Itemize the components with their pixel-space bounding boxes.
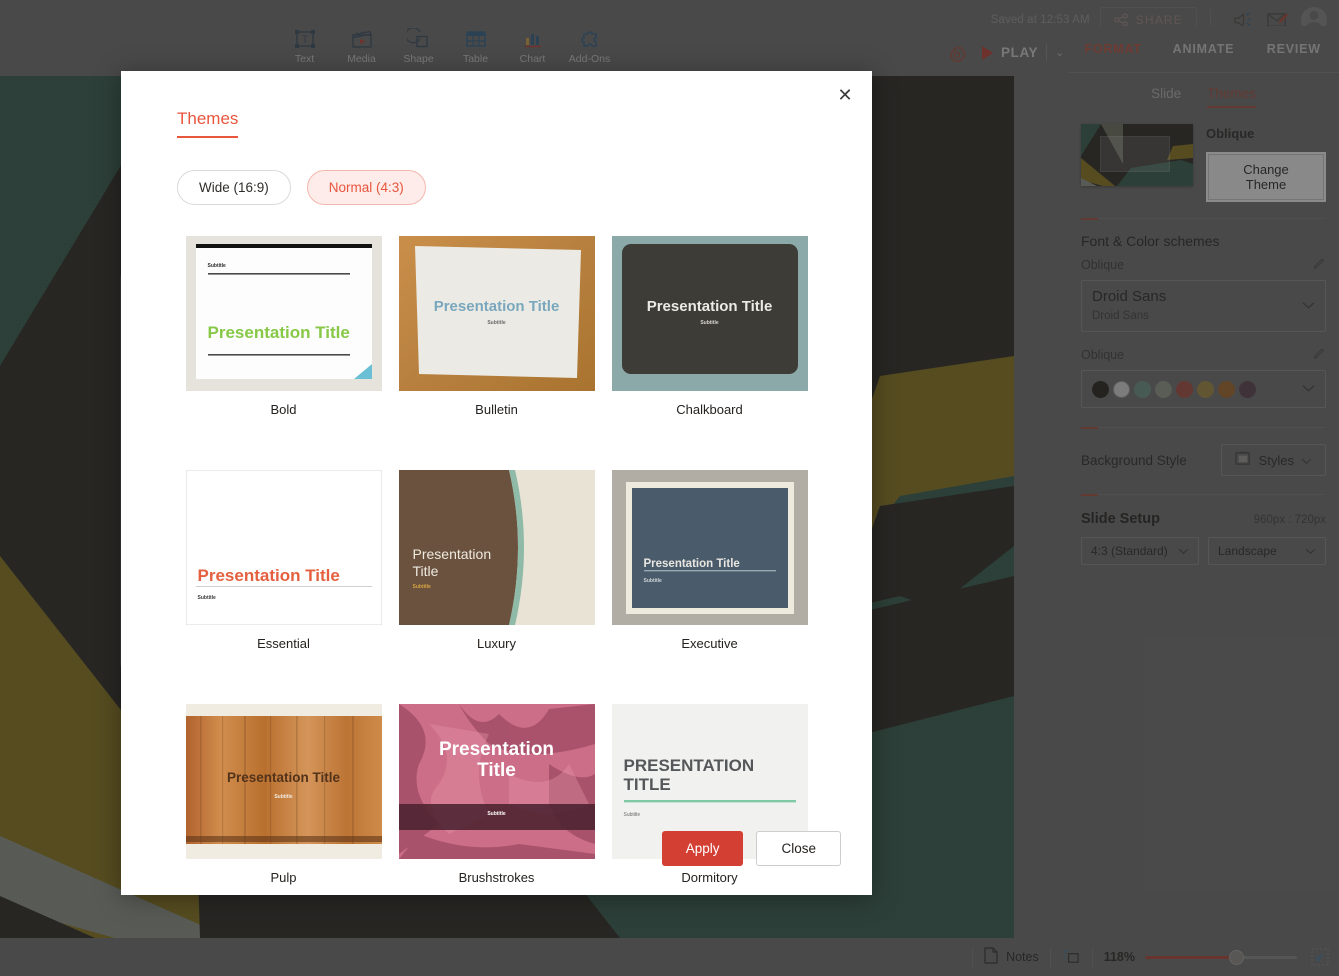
row-spacer: [177, 651, 817, 704]
presentation-editor-window: Saved at 12:53 AM SHARE: [0, 0, 1339, 976]
theme-name: Dormitory: [681, 870, 738, 885]
theme-card-brushstrokes[interactable]: Presentation Title Subtitle Brushstrokes: [390, 704, 603, 885]
theme-subtitle: Subtitle: [643, 578, 662, 584]
theme-title: Presentation Title: [646, 298, 773, 315]
close-icon[interactable]: ✕: [830, 80, 860, 110]
theme-name: Luxury: [476, 636, 517, 651]
theme-subtitle: Subtitle: [412, 584, 431, 590]
size-option-normal[interactable]: Normal (4:3): [306, 170, 426, 205]
theme-name: Executive: [681, 636, 738, 651]
themes-row: Subtitle Presentation Title Bold Present…: [177, 236, 817, 417]
theme-subtitle: Subtitle: [197, 595, 216, 601]
themes-row: Presentation Title Subtitle Essential Pr…: [177, 470, 817, 651]
theme-subtitle: Subtitle: [274, 794, 293, 800]
theme-subtitle: Subtitle: [623, 812, 641, 818]
theme-name: Bulletin: [475, 402, 518, 417]
theme-card-bold[interactable]: Subtitle Presentation Title Bold: [177, 236, 390, 417]
row-spacer: [177, 417, 817, 470]
theme-card-essential[interactable]: Presentation Title Subtitle Essential: [177, 470, 390, 651]
theme-preview: Subtitle Presentation Title: [185, 236, 382, 391]
theme-title: Presentation Title: [433, 298, 560, 315]
theme-name: Chalkboard: [676, 402, 743, 417]
theme-preview: Presentation Title Subtitle: [611, 236, 808, 391]
theme-name: Bold: [270, 402, 297, 417]
theme-title: Presentation Title: [643, 558, 740, 570]
theme-subtitle: Subtitle: [487, 320, 506, 326]
theme-subtitle: Subtitle: [700, 320, 719, 326]
theme-subtitle-top: Subtitle: [207, 263, 226, 269]
size-toggle-group: Wide (16:9) Normal (4:3): [177, 170, 426, 205]
theme-card-luxury[interactable]: Presentation Title Subtitle Luxury: [390, 470, 603, 651]
size-option-wide[interactable]: Wide (16:9): [177, 170, 291, 205]
theme-name: Brushstrokes: [458, 870, 535, 885]
theme-card-chalkboard[interactable]: Presentation Title Subtitle Chalkboard: [603, 236, 816, 417]
theme-title: Presentation Title: [438, 739, 555, 781]
themes-dialog: ✕ Themes Wide (16:9) Normal (4:3) Subtit…: [121, 71, 872, 895]
theme-title: Presentation Title: [412, 546, 492, 579]
theme-preview: Presentation Title Subtitle: [185, 470, 382, 625]
theme-preview: Presentation Title Subtitle: [185, 704, 382, 859]
theme-subtitle: Subtitle: [487, 811, 506, 817]
theme-name: Essential: [257, 636, 310, 651]
theme-title: PRESENTATION TITLE: [623, 756, 755, 795]
theme-title: Presentation Title: [197, 566, 340, 585]
close-button[interactable]: Close: [756, 831, 841, 866]
themes-grid: Subtitle Presentation Title Bold Present…: [177, 236, 817, 885]
dialog-title: Themes: [177, 109, 239, 138]
theme-name: Pulp: [270, 870, 297, 885]
theme-card-executive[interactable]: Presentation Title Subtitle Executive: [603, 470, 816, 651]
theme-preview: Presentation Title Subtitle: [398, 236, 595, 391]
theme-card-pulp[interactable]: Presentation Title Subtitle Pulp: [177, 704, 390, 885]
theme-card-bulletin[interactable]: Presentation Title Subtitle Bulletin: [390, 236, 603, 417]
dialog-actions: Apply Close: [661, 831, 841, 866]
theme-preview: Presentation Title Subtitle: [398, 704, 595, 859]
apply-button[interactable]: Apply: [661, 831, 744, 866]
theme-preview: Presentation Title Subtitle: [398, 470, 595, 625]
theme-title: Presentation Title: [207, 323, 350, 342]
theme-title: Presentation Title: [226, 770, 341, 785]
theme-preview: Presentation Title Subtitle: [611, 470, 808, 625]
